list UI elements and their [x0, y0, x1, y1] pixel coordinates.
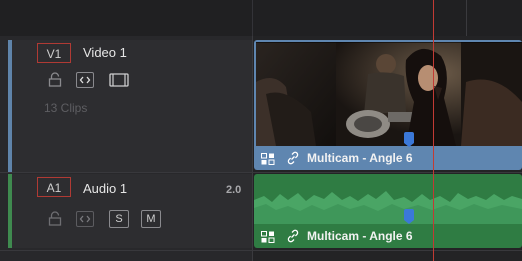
video-clip-label: Multicam - Angle 6 [307, 151, 413, 165]
multicam-icon [261, 230, 275, 243]
monitor-icon[interactable] [109, 72, 129, 88]
multicam-icon [261, 152, 275, 165]
track-separator [0, 172, 522, 173]
audio-channel-format: 2.0 [226, 184, 242, 196]
solo-button[interactable]: S [109, 210, 129, 228]
video-track-name[interactable]: Video 1 [83, 45, 127, 60]
playhead[interactable] [433, 0, 434, 261]
lock-icon[interactable] [48, 211, 62, 227]
timeline-marker[interactable] [404, 209, 414, 224]
track-separator [0, 250, 522, 251]
auto-select-icon[interactable] [76, 211, 94, 227]
audio-track-id-badge[interactable]: A1 [37, 177, 71, 197]
link-icon [286, 229, 300, 243]
audio-clip[interactable]: Multicam - Angle 6 [254, 174, 522, 248]
video-track-id-badge[interactable]: V1 [37, 43, 71, 63]
audio-waveform [254, 188, 522, 224]
ruler-tick [466, 0, 467, 36]
lock-icon[interactable] [48, 72, 62, 88]
auto-select-icon[interactable] [76, 72, 94, 88]
ruler-divider [252, 0, 253, 36]
link-icon [286, 151, 300, 165]
video-track-header[interactable]: V1 Video 1 13 Clips [12, 40, 252, 172]
mute-button[interactable]: M [141, 210, 161, 228]
column-divider [252, 36, 253, 261]
audio-track-header[interactable]: A1 Audio 1 2.0 S M [12, 174, 252, 248]
timeline-ruler[interactable] [0, 0, 522, 36]
video-clip-count: 13 Clips [44, 101, 88, 115]
audio-clip-label: Multicam - Angle 6 [307, 229, 413, 243]
video-clip[interactable]: Multicam - Angle 6 [254, 40, 522, 170]
video-clip-thumbnail [256, 42, 522, 146]
timeline-marker[interactable] [404, 132, 414, 147]
audio-track-name[interactable]: Audio 1 [83, 181, 127, 196]
